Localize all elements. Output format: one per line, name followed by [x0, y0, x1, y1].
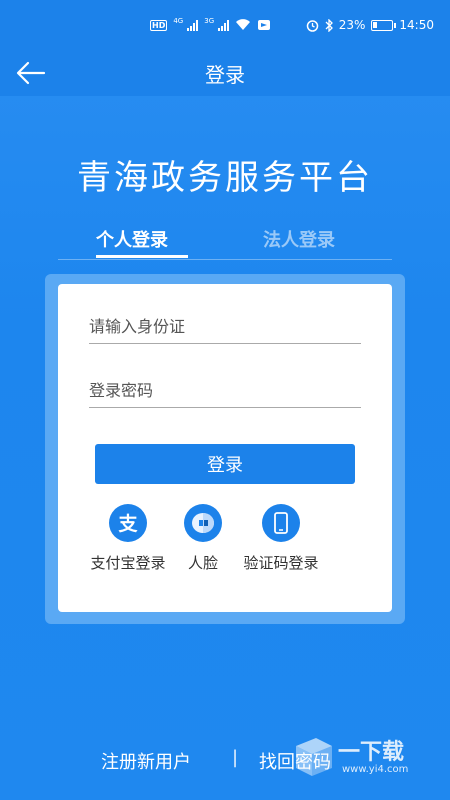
- face-login-label: 人脸: [187, 554, 218, 572]
- status-right: 23% 14:50: [306, 18, 434, 32]
- active-tab-indicator: [96, 255, 188, 258]
- id-number-input[interactable]: [89, 304, 361, 343]
- wifi-icon: [236, 19, 251, 30]
- watermark-text: 一下载: [338, 740, 405, 765]
- nav-bar: 登录: [0, 50, 450, 96]
- face-login-button[interactable]: 人脸: [158, 504, 248, 576]
- bluetooth-icon: [325, 18, 333, 32]
- sms-code-login-button[interactable]: 验证码登录: [236, 504, 326, 576]
- platform-title: 青海政务服务平台: [77, 158, 373, 198]
- phone-icon: [262, 504, 300, 542]
- watermark-cube-icon: [296, 738, 332, 776]
- face-icon: [184, 504, 222, 542]
- id-field: [89, 304, 361, 344]
- link-separator: |: [232, 747, 239, 768]
- svg-text:支: 支: [117, 513, 138, 535]
- watermark-url: www.yi4.com: [342, 764, 409, 775]
- hd-badge: HD: [150, 19, 168, 31]
- battery-level: [373, 21, 378, 28]
- network-type-2: 3G: [204, 17, 215, 25]
- signal-icon: [187, 19, 199, 31]
- status-left: HD 4G 3G: [150, 17, 271, 31]
- notification-icon: [258, 20, 271, 30]
- status-bar: HD 4G 3G 23% 14:50: [0, 0, 450, 50]
- clock: 14:50: [399, 18, 434, 32]
- login-type-tabs: 个人登录 法人登录: [58, 222, 392, 260]
- battery-icon: [371, 19, 397, 31]
- network-type-1: 4G: [173, 17, 184, 25]
- watermark-logo: 一下载 www.yi4.com: [290, 728, 440, 788]
- login-button[interactable]: 登录: [95, 444, 355, 484]
- tab-legal-person-login[interactable]: 法人登录: [263, 226, 335, 252]
- login-card: 登录 支 支付宝登录 人脸 验证码登录: [58, 284, 392, 612]
- alarm-icon: [306, 19, 318, 32]
- password-field: [89, 368, 361, 408]
- tab-personal-login[interactable]: 个人登录: [96, 226, 168, 252]
- signal-icon-2: [218, 19, 230, 31]
- alipay-icon: 支: [109, 504, 147, 542]
- password-input[interactable]: [89, 368, 361, 407]
- register-link[interactable]: 注册新用户: [101, 748, 191, 774]
- battery-percent: 23%: [338, 18, 366, 32]
- page-title: 登录: [205, 63, 245, 87]
- sms-code-login-label: 验证码登录: [243, 554, 319, 572]
